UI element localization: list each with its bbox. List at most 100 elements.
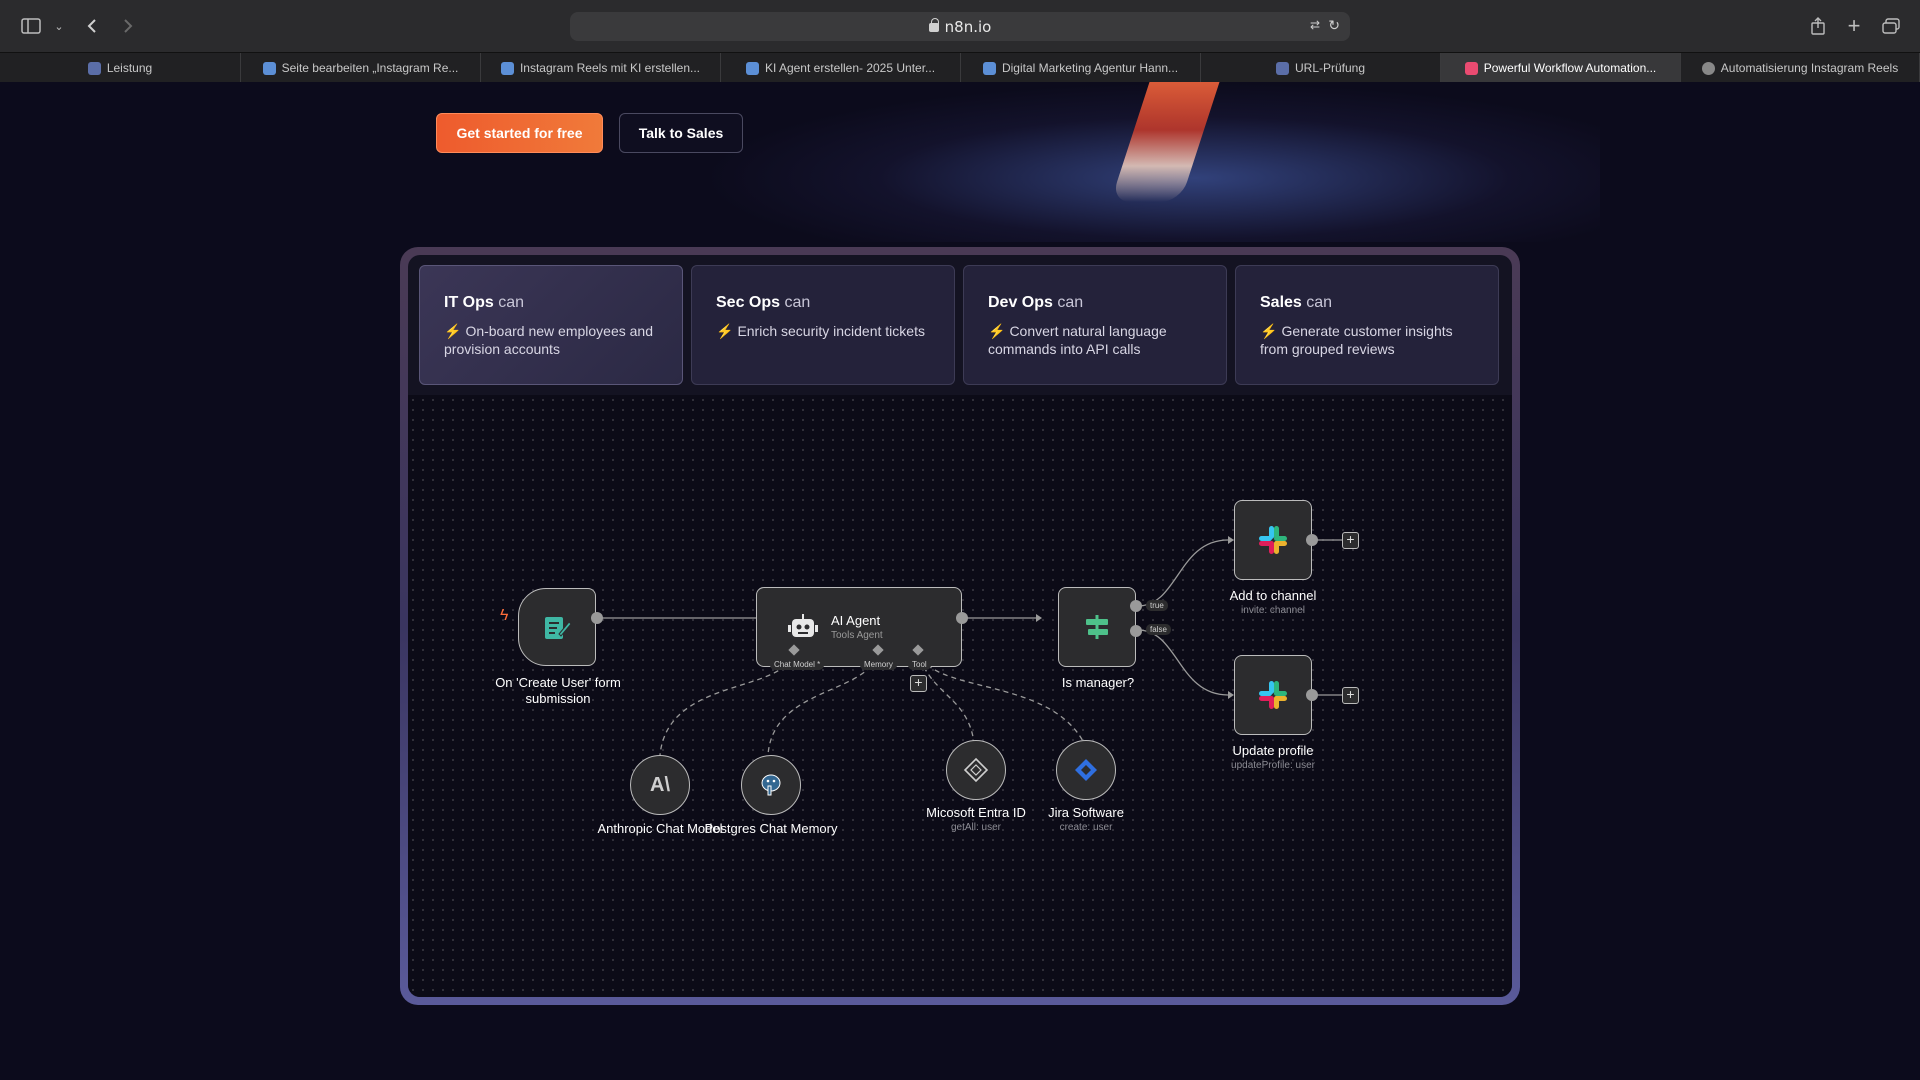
- card-team: Sales: [1260, 294, 1302, 311]
- workflow-canvas[interactable]: ϟ On 'Create User' form submission AI Ag…: [408, 395, 1512, 997]
- ai-agent-node[interactable]: AI Agent Tools Agent: [756, 587, 962, 667]
- sidebar-toggle-icon[interactable]: [20, 14, 42, 38]
- lightning-icon: ⚡: [444, 323, 462, 339]
- tab-2[interactable]: Instagram Reels mit KI erstellen...: [481, 53, 721, 83]
- card-desc: On-board new employees and provision acc…: [444, 323, 653, 357]
- is-manager-node[interactable]: [1058, 587, 1136, 667]
- trigger-bolt-icon: ϟ: [500, 607, 509, 624]
- postgres-node[interactable]: [741, 755, 801, 815]
- trigger-label: On 'Create User' form submission: [495, 675, 621, 706]
- translate-icon[interactable]: ⇄: [1310, 18, 1320, 32]
- card-desc: Enrich security incident tickets: [737, 323, 925, 339]
- demo-panel: IT Ops can ⚡ On-board new employees and p…: [408, 255, 1512, 997]
- tab-5[interactable]: URL-Prüfung: [1201, 53, 1441, 83]
- add-node-button[interactable]: +: [1342, 687, 1359, 704]
- card-dev-ops[interactable]: Dev Ops can ⚡ Convert natural language co…: [963, 265, 1227, 385]
- port-tag-chat-model: Chat Model *: [770, 659, 825, 670]
- slack-update-node[interactable]: [1234, 655, 1312, 735]
- page: Get started for free Talk to Sales IT Op…: [0, 82, 1920, 1080]
- url-text: n8n.io: [944, 17, 992, 36]
- lightning-icon: ⚡: [988, 323, 1006, 339]
- switch-icon: [1086, 615, 1108, 639]
- postgres-elephant-icon: [761, 774, 781, 796]
- card-sec-ops[interactable]: Sec Ops can ⚡ Enrich security incident ti…: [691, 265, 955, 385]
- slack-add-sub: invite: channel: [1241, 605, 1305, 616]
- port-tag-true: true: [1146, 600, 1168, 611]
- n8n-favicon-icon: [1464, 61, 1478, 75]
- entra-node[interactable]: [946, 740, 1006, 800]
- card-team: Dev Ops: [988, 294, 1053, 311]
- lightning-icon: ⚡: [716, 323, 734, 339]
- add-tool-button[interactable]: +: [910, 675, 927, 692]
- card-team: Sec Ops: [716, 294, 781, 311]
- form-icon: [545, 617, 572, 639]
- anthropic-node[interactable]: A\: [630, 755, 690, 815]
- get-started-button[interactable]: Get started for free: [436, 113, 603, 153]
- card-team: IT Ops: [444, 294, 494, 311]
- tab-bar: Leistung Seite bearbeiten „Instagram Re.…: [0, 52, 1920, 83]
- slack-update-sub: updateProfile: user: [1231, 760, 1315, 771]
- slack-icon: [1259, 681, 1287, 709]
- port-dot[interactable]: [1130, 625, 1142, 637]
- card-desc: Generate customer insights from grouped …: [1260, 323, 1453, 357]
- slack-add-label: Add to channel: [1229, 588, 1317, 603]
- jira-node[interactable]: [1056, 740, 1116, 800]
- card-can: can: [1057, 294, 1084, 311]
- port-dot[interactable]: [1130, 600, 1142, 612]
- favicon-icon: [1701, 61, 1715, 75]
- favicon-icon: [1275, 61, 1289, 75]
- back-icon[interactable]: [82, 14, 102, 38]
- reload-icon[interactable]: ↻: [1328, 17, 1340, 34]
- jira-sub: create: user: [1059, 822, 1113, 833]
- favicon-icon: [982, 61, 996, 75]
- favicon-icon: [87, 61, 101, 75]
- card-can: can: [784, 294, 811, 311]
- tab-4[interactable]: Digital Marketing Agentur Hann...: [961, 53, 1201, 83]
- anthropic-icon: A\: [650, 773, 670, 796]
- port-dot[interactable]: [591, 612, 603, 624]
- add-node-button[interactable]: +: [1342, 532, 1359, 549]
- switch-label: Is manager?: [1061, 675, 1135, 690]
- card-sales[interactable]: Sales can ⚡ Generate customer insights fr…: [1235, 265, 1499, 385]
- postgres-label: Postgres Chat Memory: [704, 821, 838, 836]
- slack-add-node[interactable]: [1234, 500, 1312, 580]
- card-can: can: [498, 294, 525, 311]
- favicon-icon: [500, 61, 514, 75]
- card-it-ops[interactable]: IT Ops can ⚡ On-board new employees and p…: [419, 265, 683, 385]
- chevron-down-icon[interactable]: ⌄: [52, 14, 66, 38]
- browser-toolbar: ⌄ n8n.io ⇄ ↻ +: [0, 0, 1920, 52]
- port-dot[interactable]: [956, 612, 968, 624]
- favicon-icon: [745, 61, 759, 75]
- slack-icon: [1259, 526, 1287, 554]
- tab-7[interactable]: Automatisierung Instagram Reels: [1681, 53, 1920, 83]
- form-trigger-node[interactable]: [518, 588, 596, 666]
- use-case-cards: IT Ops can ⚡ On-board new employees and p…: [419, 265, 1501, 385]
- new-tab-icon[interactable]: +: [1844, 13, 1864, 38]
- address-bar[interactable]: n8n.io ⇄ ↻: [570, 12, 1350, 41]
- tab-3[interactable]: KI Agent erstellen- 2025 Unter...: [721, 53, 961, 83]
- card-can: can: [1306, 294, 1333, 311]
- demo-frame: IT Ops can ⚡ On-board new employees and p…: [400, 247, 1520, 1005]
- favicon-icon: [262, 61, 276, 75]
- share-icon[interactable]: [1808, 14, 1828, 38]
- tab-1[interactable]: Seite bearbeiten „Instagram Re...: [241, 53, 481, 83]
- lightning-icon: ⚡: [1260, 323, 1278, 339]
- entra-sub: getAll: user: [950, 822, 1002, 833]
- agent-title: AI Agent: [831, 613, 881, 628]
- tab-overview-icon[interactable]: [1880, 14, 1902, 38]
- slack-update-label: Update profile: [1232, 743, 1314, 758]
- lock-icon: [928, 18, 939, 32]
- jira-label: Jira Software: [1048, 805, 1124, 820]
- tab-6-active[interactable]: Powerful Workflow Automation...: [1441, 53, 1681, 83]
- entra-label: Micosoft Entra ID: [926, 805, 1026, 820]
- agent-subtitle: Tools Agent: [831, 630, 883, 641]
- forward-icon[interactable]: [118, 14, 138, 38]
- card-desc: Convert natural language commands into A…: [988, 323, 1167, 357]
- port-tag-false: false: [1146, 624, 1171, 635]
- talk-to-sales-button[interactable]: Talk to Sales: [619, 113, 743, 153]
- tab-0[interactable]: Leistung: [0, 53, 241, 83]
- jira-icon: [1075, 759, 1097, 781]
- port-tag-memory: Memory: [860, 659, 897, 670]
- entra-icon: [963, 757, 989, 783]
- port-tag-tool: Tool: [908, 659, 931, 670]
